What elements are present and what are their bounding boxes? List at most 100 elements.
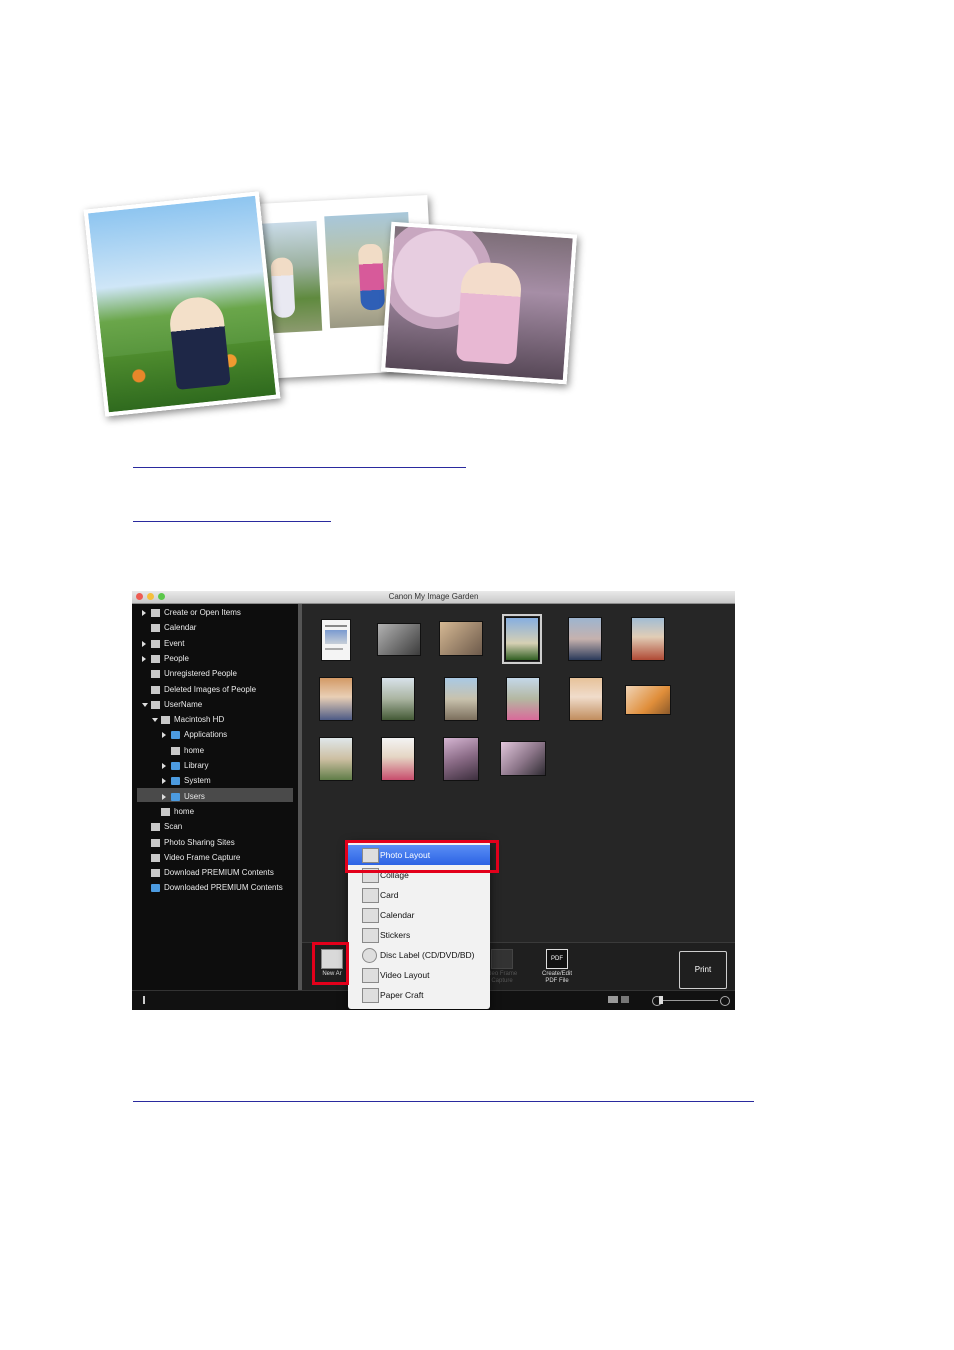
menu-item[interactable]: Video Layout <box>348 965 490 985</box>
sharing-icon <box>151 838 160 847</box>
sidebar-item-label: home <box>184 745 205 755</box>
download-icon <box>151 869 160 878</box>
sidebar-item[interactable]: Photo Sharing Sites <box>132 836 298 850</box>
photo-girl-with-umbrella <box>380 221 578 385</box>
thumbnail-photo[interactable] <box>445 678 477 720</box>
sidebar-item[interactable]: Users <box>132 790 298 804</box>
sidebar-item[interactable]: Event <box>132 637 298 651</box>
sidebar-item-label: Users <box>184 791 205 801</box>
calendar-icon <box>362 908 379 923</box>
folder-icon <box>171 792 180 801</box>
link-2[interactable] <box>133 521 331 522</box>
disclosure-open-icon[interactable] <box>142 702 148 707</box>
folder-icon <box>171 762 180 770</box>
sidebar-item[interactable]: Applications <box>132 728 298 742</box>
window-titlebar: Canon My Image Garden <box>132 591 735 604</box>
disclosure-closed-icon[interactable] <box>162 763 166 769</box>
sidebar-item[interactable]: UserName <box>132 698 298 712</box>
create-edit-pdf-button[interactable]: PDF Create/Edit PDF File <box>537 949 577 985</box>
zoom-in-icon[interactable] <box>720 996 730 1006</box>
disclosure-open-icon[interactable] <box>152 718 158 723</box>
photo-girl-in-field <box>83 191 281 417</box>
thumbnail-video[interactable] <box>378 624 420 655</box>
thumbnail-document[interactable] <box>322 620 350 660</box>
thumbnail-photo-selected[interactable] <box>502 614 542 664</box>
drive-icon <box>171 746 180 755</box>
thumbnail-photo[interactable] <box>632 618 664 660</box>
menu-item[interactable]: Stickers <box>348 925 490 945</box>
link-1[interactable] <box>133 467 466 468</box>
calendar-icon <box>151 624 160 633</box>
thumbnail-photo[interactable] <box>444 738 478 780</box>
sidebar-item[interactable]: Downloaded PREMIUM Contents <box>132 881 298 895</box>
info-icon[interactable] <box>143 996 145 1004</box>
menu-item[interactable]: Card <box>348 885 490 905</box>
sidebar-item[interactable]: Download PREMIUM Contents <box>132 866 298 880</box>
menu-item-label: Card <box>380 890 399 900</box>
thumbnail-photo[interactable] <box>382 678 414 720</box>
folder-icon <box>151 884 160 893</box>
person-deleted-icon <box>151 685 160 694</box>
sidebar-item-label: Scan <box>164 822 183 832</box>
disclosure-closed-icon[interactable] <box>142 610 146 616</box>
sidebar-item[interactable]: Video Frame Capture <box>132 851 298 865</box>
menu-item-label: Disc Label (CD/DVD/BD) <box>380 950 475 960</box>
pdf-icon: PDF <box>546 949 568 969</box>
highlight-new-art <box>312 942 349 985</box>
drive-icon <box>161 807 170 816</box>
scan-icon <box>151 823 160 832</box>
sidebar-item-label: Create or Open Items <box>164 608 241 617</box>
sidebar-item[interactable]: Calendar <box>132 621 298 635</box>
sidebar-item[interactable]: home <box>132 744 298 758</box>
sidebar-item[interactable]: People <box>132 652 298 666</box>
thumbnail-photo[interactable] <box>320 678 352 720</box>
link-3[interactable] <box>133 1101 754 1102</box>
sidebar-item[interactable]: Deleted Images of People <box>132 683 298 697</box>
menu-item[interactable]: Paper Craft <box>348 985 490 1005</box>
sidebar-item-label: Library <box>184 761 209 770</box>
thumbnail-photo[interactable] <box>626 686 670 714</box>
disclosure-closed-icon[interactable] <box>162 732 166 739</box>
zoom-slider-track[interactable] <box>662 1000 718 1001</box>
list-view-icon[interactable] <box>608 996 618 1003</box>
menu-item[interactable]: Disc Label (CD/DVD/BD) <box>348 945 490 965</box>
sidebar-item-label: Downloaded PREMIUM Contents <box>164 883 283 893</box>
thumbnail-photo[interactable] <box>569 618 601 660</box>
sidebar-item[interactable]: Scan <box>132 820 298 834</box>
sidebar-item[interactable]: System <box>132 774 298 788</box>
sidebar-item[interactable]: Macintosh HD <box>132 713 298 727</box>
grid-view-icon[interactable] <box>621 996 629 1003</box>
sidebar-item-label: Macintosh HD <box>174 715 225 725</box>
person-icon <box>151 670 160 679</box>
thumbnail-photo[interactable] <box>440 622 482 655</box>
collage-illustration <box>83 180 588 417</box>
menu-item-label: Stickers <box>380 930 411 940</box>
sidebar-item-label: Video Frame Capture <box>164 852 241 862</box>
stickers-icon <box>362 928 379 943</box>
disclosure-closed-icon[interactable] <box>162 793 166 800</box>
sidebar-item-label: Photo Sharing Sites <box>164 837 235 847</box>
disclosure-closed-icon[interactable] <box>142 640 146 647</box>
zoom-slider-thumb[interactable] <box>659 996 663 1004</box>
film-icon <box>151 853 160 862</box>
menu-item[interactable]: Calendar <box>348 905 490 925</box>
folder-icon <box>171 777 180 786</box>
thumbnail-photo[interactable] <box>501 742 545 775</box>
sidebar-item-label: People <box>164 653 189 663</box>
disc-icon <box>362 948 377 963</box>
folder-icon <box>171 731 180 740</box>
thumbnail-photo[interactable] <box>320 738 352 780</box>
thumbnail-photo[interactable] <box>382 738 414 780</box>
sidebar-item[interactable]: home <box>132 805 298 819</box>
create-icon <box>151 609 160 617</box>
print-button[interactable]: Print <box>679 951 727 989</box>
sidebar-item[interactable]: Library <box>132 759 298 773</box>
thumbnail-photo[interactable] <box>570 678 602 720</box>
sidebar-item-label: Calendar <box>164 623 197 633</box>
sidebar-item[interactable]: Create or Open Items <box>132 606 298 620</box>
disclosure-closed-icon[interactable] <box>162 778 166 785</box>
disclosure-closed-icon[interactable] <box>142 655 146 662</box>
sidebar-item[interactable]: Unregistered People <box>132 667 298 681</box>
thumbnail-photo[interactable] <box>507 678 539 720</box>
sidebar-item-label: home <box>174 806 195 816</box>
